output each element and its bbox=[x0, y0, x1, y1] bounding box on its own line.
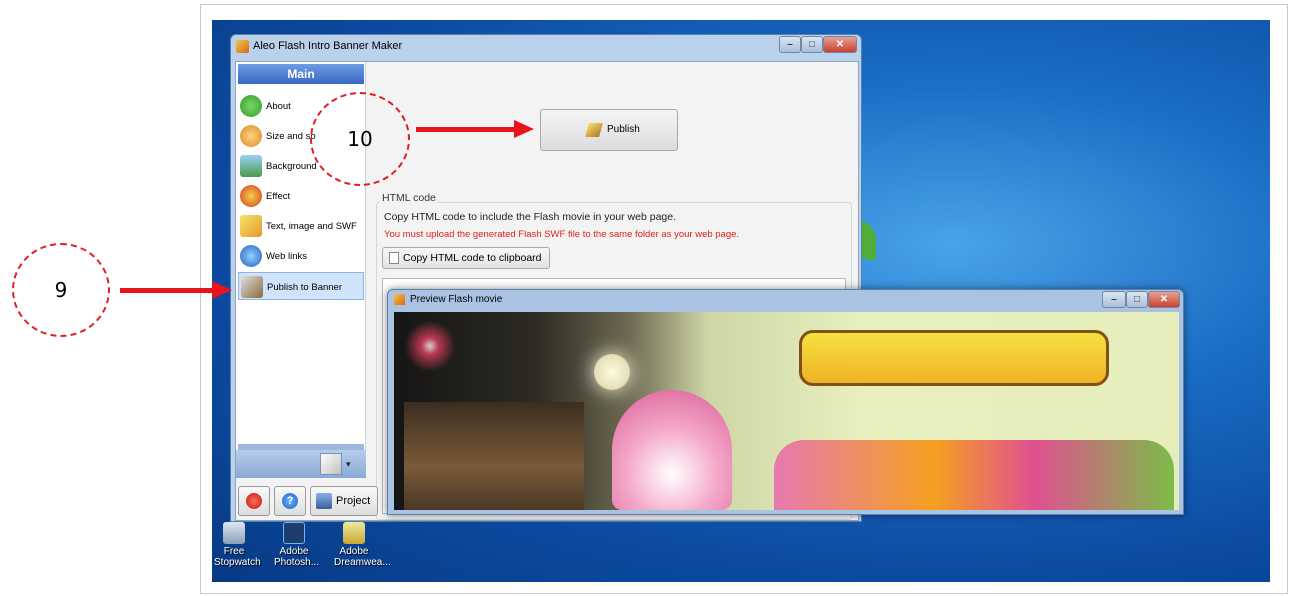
help-button[interactable]: ? bbox=[274, 486, 306, 516]
sidebar-item-label: Background bbox=[266, 161, 317, 172]
publish-label: Publish bbox=[607, 124, 640, 135]
thai-title-image bbox=[799, 330, 1109, 386]
women-photo bbox=[404, 402, 584, 510]
desktop-icon-label: Free Stopwatch bbox=[214, 546, 261, 568]
sidebar-item-publish-to-banner[interactable]: Publish to Banner bbox=[238, 272, 364, 300]
krathong-row-image bbox=[774, 440, 1174, 510]
brush-icon bbox=[241, 276, 263, 298]
copy-html-label: Copy HTML code to clipboard bbox=[403, 252, 542, 264]
step-10-marker: 10 bbox=[310, 92, 410, 186]
step-9-label: 9 bbox=[54, 278, 68, 302]
sidebar-header: Main bbox=[238, 64, 364, 84]
fireworks-image bbox=[400, 316, 460, 376]
step-9-arrowhead bbox=[212, 281, 232, 299]
desktop-icon-label: Adobe Dreamwea... bbox=[334, 546, 391, 568]
stopwatch-icon bbox=[223, 522, 245, 544]
close-button[interactable]: ✕ bbox=[823, 36, 857, 53]
app-icon bbox=[236, 40, 249, 53]
exit-button[interactable] bbox=[238, 486, 270, 516]
step-9-arrow bbox=[120, 288, 212, 293]
sidebar-item-label: Effect bbox=[266, 191, 291, 202]
step-10-arrow bbox=[416, 127, 516, 132]
project-button[interactable]: Project bbox=[310, 486, 378, 516]
project-label: Project bbox=[336, 495, 371, 507]
photoshop-icon bbox=[283, 522, 305, 544]
sidebar-item-label: About bbox=[266, 101, 291, 112]
step-9-marker: 9 bbox=[12, 243, 110, 337]
dreamweaver-icon bbox=[343, 522, 365, 544]
sidebar-item-text-image-swf[interactable]: Text, image and SWF bbox=[238, 212, 364, 240]
maximize-button[interactable]: □ bbox=[1126, 291, 1148, 308]
globe-icon bbox=[240, 245, 262, 267]
preview-window-title: Preview Flash movie bbox=[410, 294, 503, 305]
close-icon bbox=[246, 493, 262, 509]
clipboard-icon bbox=[389, 252, 399, 264]
sidebar-item-label: Size and so bbox=[266, 131, 316, 142]
step-10-arrowhead bbox=[514, 120, 534, 138]
palette-icon bbox=[240, 125, 262, 147]
save-icon bbox=[316, 493, 332, 509]
desktop-icon-stopwatch[interactable]: Free Stopwatch bbox=[214, 522, 261, 568]
help-icon: ? bbox=[282, 493, 298, 509]
desktop-icon-photoshop[interactable]: Adobe Photosh... bbox=[274, 522, 319, 568]
background-icon bbox=[240, 155, 262, 177]
step-10-label: 10 bbox=[347, 127, 373, 151]
minimize-button[interactable]: – bbox=[1102, 291, 1126, 308]
sidebar-toolbar: ▾ bbox=[236, 450, 366, 478]
main-window-titlebar[interactable]: Aleo Flash Intro Banner Maker – □ ✕ bbox=[231, 35, 861, 59]
sidebar-item-label: Publish to Banner bbox=[267, 282, 342, 293]
publish-shortcut-icon[interactable] bbox=[320, 453, 342, 475]
moon-image bbox=[594, 354, 630, 390]
sidebar-item-label: Web links bbox=[266, 251, 308, 262]
sidebar-item-effect[interactable]: Effect bbox=[238, 182, 364, 210]
html-code-description: Copy HTML code to include the Flash movi… bbox=[384, 211, 677, 223]
desktop-icon-dreamweaver[interactable]: Adobe Dreamwea... bbox=[334, 522, 391, 568]
lotus-flower-image bbox=[612, 390, 732, 510]
maximize-button[interactable]: □ bbox=[801, 36, 823, 53]
app-icon bbox=[394, 294, 405, 305]
sidebar-item-web-links[interactable]: Web links bbox=[238, 242, 364, 270]
preview-window: Preview Flash movie – □ ✕ bbox=[387, 289, 1184, 515]
publish-button[interactable]: Publish bbox=[540, 109, 678, 151]
chevron-down-icon[interactable]: ▾ bbox=[346, 459, 351, 470]
copy-html-button[interactable]: Copy HTML code to clipboard bbox=[382, 247, 550, 269]
effect-icon bbox=[240, 185, 262, 207]
flash-banner-preview bbox=[394, 312, 1179, 510]
about-icon bbox=[240, 95, 262, 117]
pencil-icon bbox=[240, 215, 262, 237]
upload-warning: You must upload the generated Flash SWF … bbox=[384, 229, 740, 240]
window-title: Aleo Flash Intro Banner Maker bbox=[253, 40, 403, 52]
html-code-group-title: HTML code bbox=[380, 192, 438, 204]
desktop-icon-label: Adobe Photosh... bbox=[274, 546, 320, 568]
close-button[interactable]: ✕ bbox=[1148, 291, 1180, 308]
minimize-button[interactable]: – bbox=[779, 36, 801, 53]
brush-icon bbox=[585, 123, 603, 137]
sidebar-item-label: Text, image and SWF bbox=[266, 221, 357, 232]
